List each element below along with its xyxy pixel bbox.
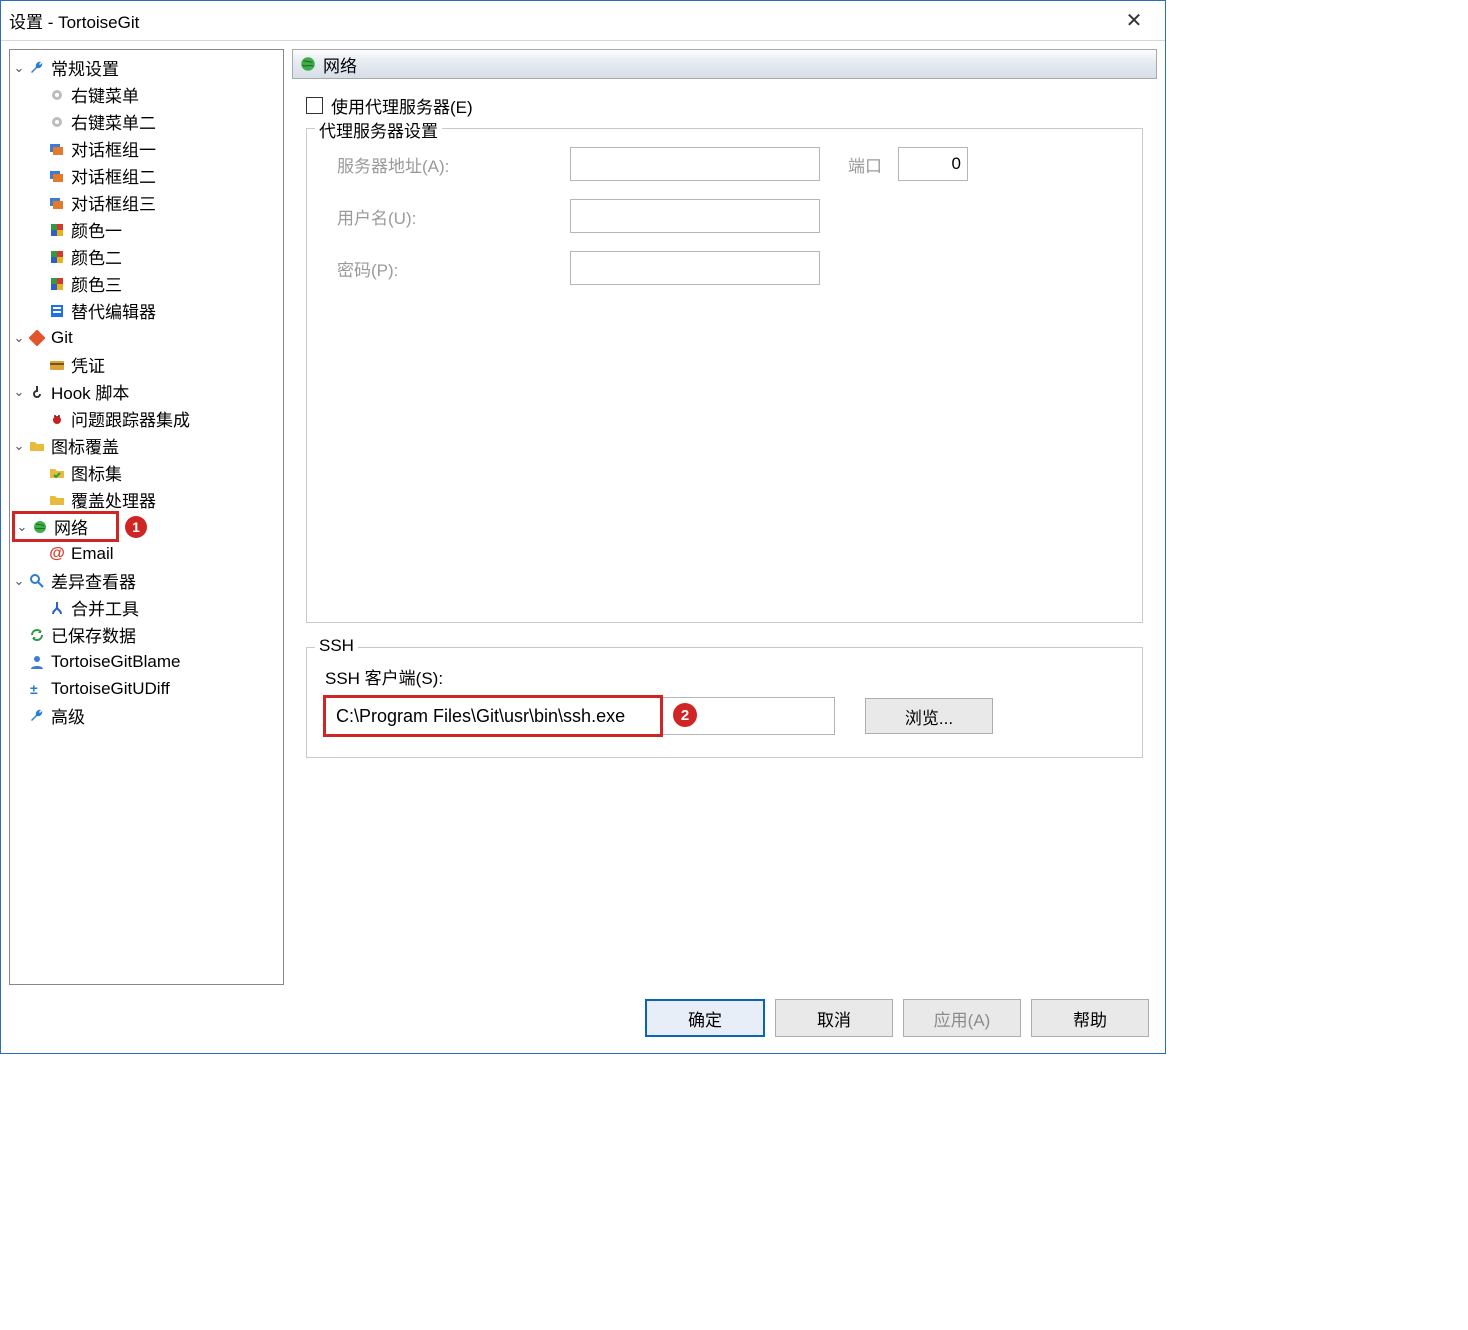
proxy-port-input[interactable] — [898, 147, 968, 181]
magnifier-icon — [28, 572, 46, 590]
color-icon — [48, 221, 66, 239]
tree-email[interactable]: @Email — [12, 540, 281, 567]
folder-icon — [48, 491, 66, 509]
tree-udiff[interactable]: ±TortoiseGitUDiff — [12, 675, 281, 702]
tree-context1[interactable]: 右键菜单 — [12, 81, 281, 108]
browse-button[interactable]: 浏览... — [865, 698, 993, 734]
settings-window: 设置 - TortoiseGit ✕ ⌄ 常规设置 右键菜单 右键菜单二 对话框… — [0, 0, 1166, 1054]
tree-dialog3[interactable]: 对话框组三 — [12, 189, 281, 216]
card-icon — [48, 356, 66, 374]
apply-button[interactable]: 应用(A) — [903, 999, 1021, 1037]
tree-issue[interactable]: 问题跟踪器集成 — [12, 405, 281, 432]
bug-icon — [48, 410, 66, 428]
tree-cred[interactable]: 凭证 — [12, 351, 281, 378]
tree-hook[interactable]: ⌄Hook 脚本 — [12, 378, 281, 405]
tree-diff[interactable]: ⌄差异查看器 — [12, 567, 281, 594]
tree-blame[interactable]: TortoiseGitBlame — [12, 648, 281, 675]
window-icon — [48, 194, 66, 212]
globe-icon — [31, 518, 49, 536]
help-button[interactable]: 帮助 — [1031, 999, 1149, 1037]
panel-title: 网络 — [323, 52, 357, 77]
titlebar: 设置 - TortoiseGit ✕ — [1, 1, 1165, 41]
panel-header: 网络 — [292, 49, 1157, 79]
folder-icon — [28, 437, 46, 455]
tree-overlay[interactable]: ⌄图标覆盖 — [12, 432, 281, 459]
git-icon — [28, 329, 46, 347]
window-icon — [48, 167, 66, 185]
color-icon — [48, 248, 66, 266]
user-label: 用户名(U): — [325, 204, 570, 229]
recycle-icon — [28, 626, 46, 644]
tree-git[interactable]: ⌄Git — [12, 324, 281, 351]
proxy-pass-input[interactable] — [570, 251, 820, 285]
gear-icon — [48, 86, 66, 104]
cancel-button[interactable]: 取消 — [775, 999, 893, 1037]
proxy-user-input[interactable] — [570, 199, 820, 233]
tree-color3[interactable]: 颜色三 — [12, 270, 281, 297]
ssh-group: SSH SSH 客户端(S): 2 浏览... — [306, 647, 1143, 758]
tree-overlayhandlers[interactable]: 覆盖处理器 — [12, 486, 281, 513]
proxy-addr-input[interactable] — [570, 147, 820, 181]
wrench-icon — [28, 59, 46, 77]
checkbox-icon[interactable] — [306, 97, 323, 114]
pass-label: 密码(P): — [325, 256, 570, 281]
gear-icon — [48, 113, 66, 131]
tree-merge[interactable]: 合并工具 — [12, 594, 281, 621]
editor-icon — [48, 302, 66, 320]
merge-icon — [48, 599, 66, 617]
ssh-client-label: SSH 客户端(S): — [325, 664, 1124, 689]
tree-network[interactable]: ⌄ 网络 1 — [12, 513, 281, 540]
port-label: 端口 — [848, 152, 898, 177]
hook-icon — [28, 383, 46, 401]
window-icon — [48, 140, 66, 158]
folder-check-icon — [48, 464, 66, 482]
ssh-client-input[interactable] — [325, 697, 835, 735]
dialog-buttons: 确定 取消 应用(A) 帮助 — [1, 985, 1165, 1053]
tree-general[interactable]: ⌄ 常规设置 — [12, 54, 281, 81]
tree-dialog2[interactable]: 对话框组二 — [12, 162, 281, 189]
tree-color1[interactable]: 颜色一 — [12, 216, 281, 243]
tree-dialog1[interactable]: 对话框组一 — [12, 135, 281, 162]
ok-button[interactable]: 确定 — [645, 999, 765, 1037]
at-icon: @ — [48, 545, 66, 563]
svg-text:±: ± — [30, 681, 38, 697]
globe-icon — [299, 55, 317, 73]
tree-context2[interactable]: 右键菜单二 — [12, 108, 281, 135]
use-proxy-checkbox[interactable]: 使用代理服务器(E) — [306, 93, 1143, 118]
addr-label: 服务器地址(A): — [325, 152, 570, 177]
annotation-badge-1: 1 — [125, 516, 147, 538]
tree-saved[interactable]: 已保存数据 — [12, 621, 281, 648]
ssh-legend: SSH — [315, 636, 358, 656]
tree-advanced[interactable]: 高级 — [12, 702, 281, 729]
proxy-legend: 代理服务器设置 — [315, 117, 442, 142]
tree-color2[interactable]: 颜色二 — [12, 243, 281, 270]
diff-icon: ± — [28, 680, 46, 698]
annotation-badge-2: 2 — [673, 703, 697, 727]
proxy-settings-group: 代理服务器设置 服务器地址(A): 端口 用户名(U): — [306, 128, 1143, 623]
person-icon — [28, 653, 46, 671]
window-title: 设置 - TortoiseGit — [9, 8, 1111, 33]
nav-tree[interactable]: ⌄ 常规设置 右键菜单 右键菜单二 对话框组一 对话框组二 对话框组三 颜色一 … — [9, 49, 284, 985]
tree-iconset[interactable]: 图标集 — [12, 459, 281, 486]
tree-alteditor[interactable]: 替代编辑器 — [12, 297, 281, 324]
wrench-icon — [28, 707, 46, 725]
color-icon — [48, 275, 66, 293]
close-icon[interactable]: ✕ — [1111, 8, 1157, 33]
